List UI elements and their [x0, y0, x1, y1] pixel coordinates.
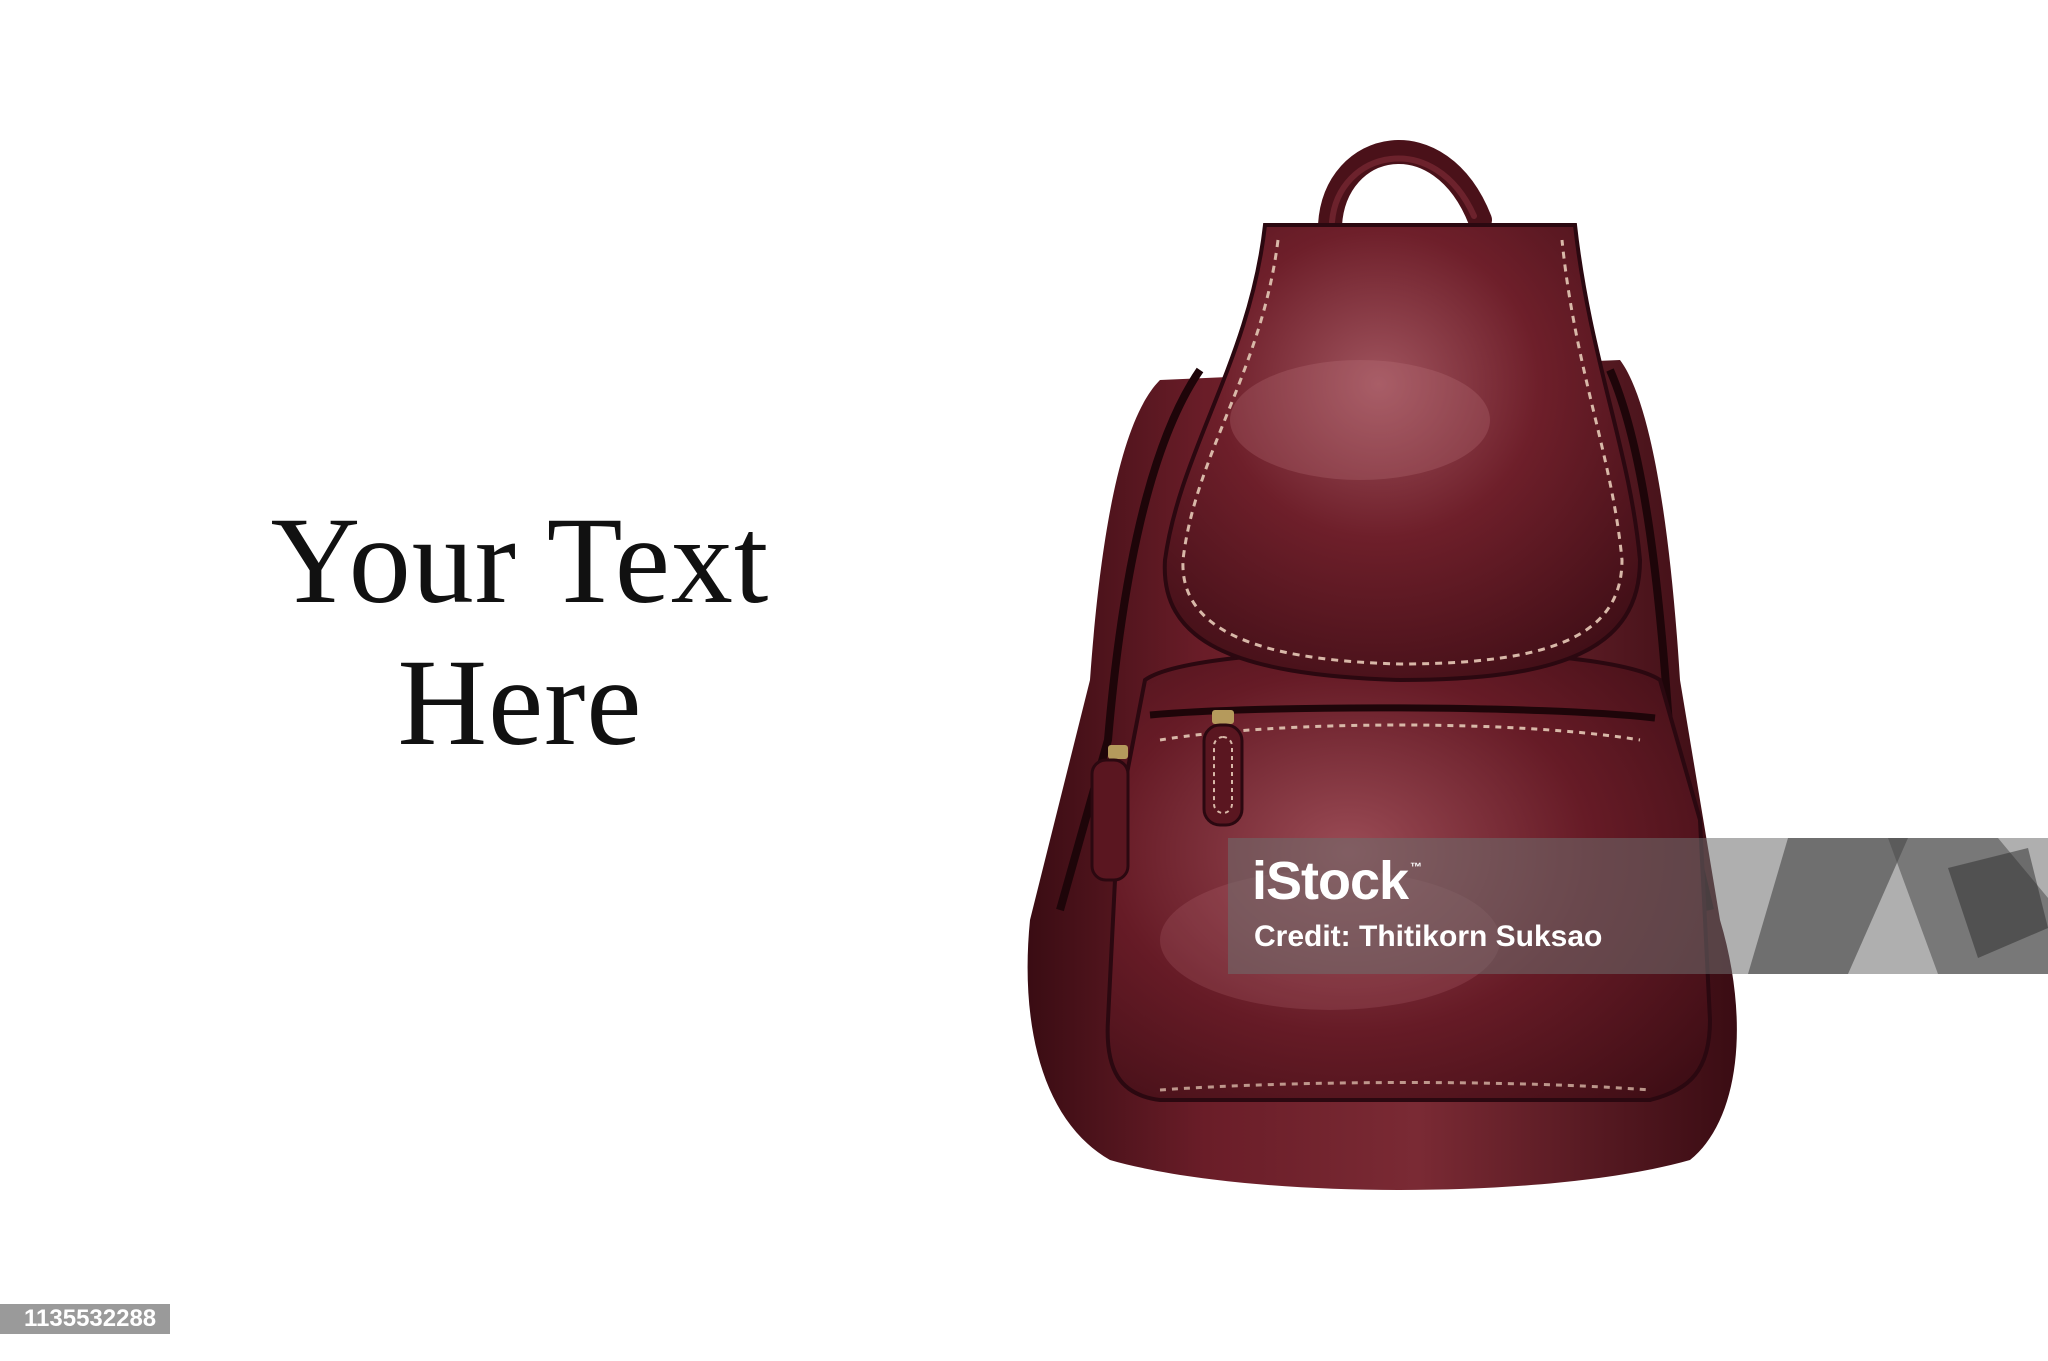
headline-line-1: Your Text	[270, 492, 770, 629]
image-id-label: 1135532288	[0, 1304, 171, 1334]
stock-watermark-banner: iStock ™ Credit: Thitikorn Suksao	[1228, 838, 2048, 974]
backpack-handle	[1318, 140, 1492, 237]
zipper-pull	[1202, 710, 1244, 827]
photo-credit: Credit: Thitikorn Suksao	[1254, 920, 1603, 953]
zipper-pull-side	[1090, 745, 1130, 882]
placeholder-headline: Your Text Here	[200, 490, 840, 774]
watermark-shapes	[1748, 838, 2048, 974]
istock-logo: iStock ™	[1252, 851, 1422, 911]
backpack-photo	[1027, 140, 1737, 1190]
headline-line-2: Here	[397, 634, 643, 771]
